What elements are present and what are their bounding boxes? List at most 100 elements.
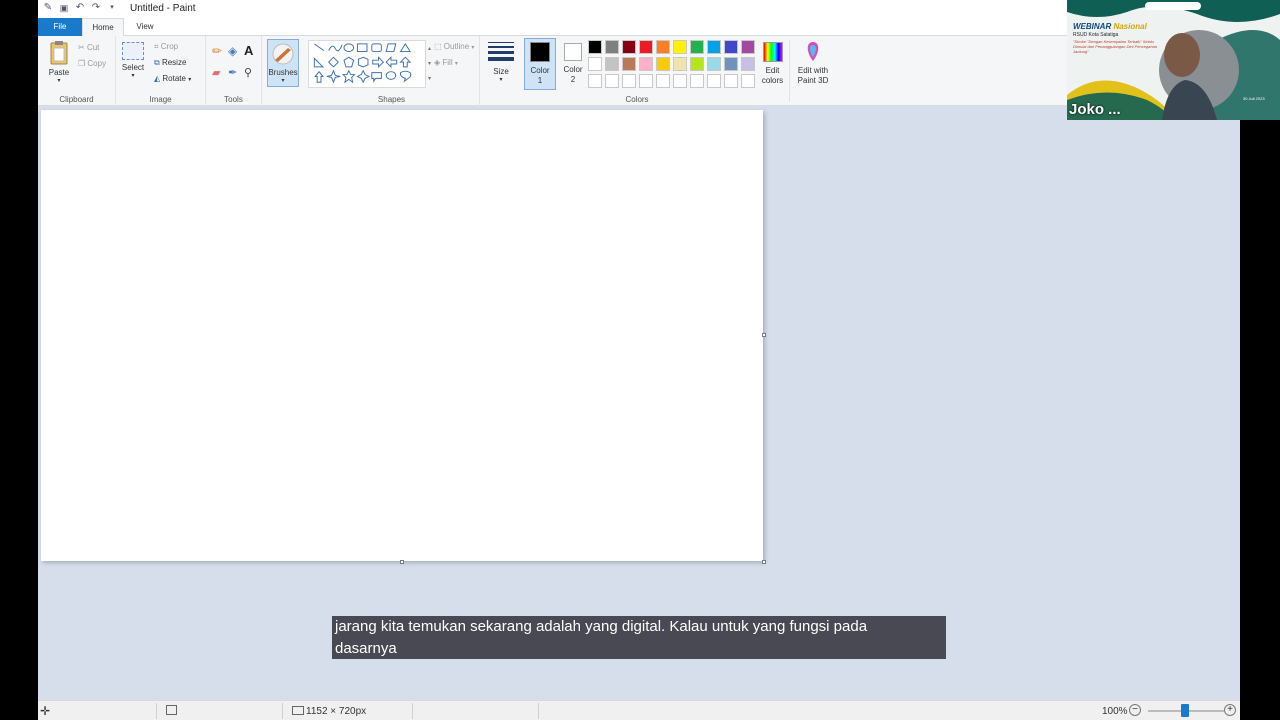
outline-dropdown-icon: ▾ — [471, 45, 475, 51]
video-call-overlay: WEBINAR Nasional RSUD Kota Salatiga "Str… — [1067, 0, 1280, 120]
image-group: Select ▾ ⌗ Crop ⧉ Resize ◭ Rotate ▾ Imag… — [116, 36, 206, 106]
cursor-position-icon: ✛ — [40, 704, 51, 718]
size-dropdown-icon: ▾ — [499, 77, 503, 83]
select-button[interactable]: Select ▾ — [120, 42, 146, 79]
palette-swatch[interactable] — [741, 40, 755, 54]
shapes-scroll[interactable]: ▴ ▾ ▾ — [428, 42, 431, 87]
palette-swatch[interactable] — [707, 74, 721, 88]
subtitle-caption: jarang kita temukan sekarang adalah yang… — [332, 616, 946, 659]
palette-swatch[interactable] — [622, 74, 636, 88]
webinar-title-accent: Nasional — [1113, 22, 1147, 31]
zoom-slider-thumb[interactable] — [1181, 704, 1189, 717]
color1-button[interactable]: Color 1 — [524, 38, 556, 90]
size-lines-icon — [488, 42, 514, 61]
status-divider — [412, 703, 413, 719]
palette-swatch[interactable] — [639, 40, 653, 54]
status-divider — [538, 703, 539, 719]
color2-label: Color 2 — [563, 65, 583, 84]
palette-swatch[interactable] — [656, 40, 670, 54]
webinar-org: RSUD Kota Salatiga — [1073, 32, 1119, 38]
crop-button[interactable]: ⌗ Crop — [154, 42, 178, 52]
fill-button[interactable]: ◈ Fill ▾ — [434, 58, 458, 67]
edit-colors-label: Edit colors — [761, 66, 784, 85]
paint-app-icon[interactable]: ✎ — [42, 2, 54, 14]
fill-dropdown-icon: ▾ — [454, 61, 458, 67]
resize-handle-right[interactable] — [762, 333, 766, 337]
resize-button[interactable]: ⧉ Resize — [154, 58, 186, 68]
zoom-in-button[interactable]: + — [1224, 704, 1236, 716]
palette-swatch[interactable] — [656, 57, 670, 71]
brush-icon — [272, 43, 294, 65]
palette-swatch[interactable] — [690, 40, 704, 54]
palette-swatch[interactable] — [690, 57, 704, 71]
eraser-icon[interactable]: ▰ — [212, 66, 220, 79]
palette-swatch[interactable] — [724, 40, 738, 54]
text-icon[interactable]: A — [244, 43, 253, 58]
caption-line-2: dasarnya — [335, 640, 397, 657]
palette-swatch[interactable] — [741, 74, 755, 88]
tab-view[interactable]: View — [126, 18, 164, 36]
palette-swatch[interactable] — [707, 40, 721, 54]
resize-handle-bottom[interactable] — [400, 560, 404, 564]
palette-swatch[interactable] — [605, 57, 619, 71]
fill-bucket-icon[interactable]: ◈ — [228, 44, 237, 58]
size-button[interactable]: Size ▾ — [484, 40, 518, 83]
color1-label: Color 1 — [530, 66, 550, 85]
zoom-out-button[interactable]: − — [1129, 704, 1141, 716]
tab-file[interactable]: File — [38, 18, 82, 36]
tab-home[interactable]: Home — [82, 18, 124, 37]
palette-swatch[interactable] — [588, 57, 602, 71]
color2-button[interactable]: Color 2 — [558, 38, 588, 90]
paint-window: ✎ ▣ ↶ ↷ ▾ Untitled - Paint File Home Vie… — [38, 0, 1240, 720]
palette-swatch[interactable] — [622, 57, 636, 71]
select-label: Select — [121, 63, 145, 72]
copy-button[interactable]: ❐ Copy — [78, 59, 106, 68]
palette-swatch[interactable] — [673, 57, 687, 71]
palette-swatch[interactable] — [605, 40, 619, 54]
paste-dropdown-icon[interactable]: ▾ — [46, 77, 72, 84]
brushes-button[interactable]: Brushes ▾ — [267, 39, 299, 87]
palette-swatch[interactable] — [588, 74, 602, 88]
customize-dropdown-icon[interactable]: ▾ — [106, 2, 118, 14]
select-dropdown-icon[interactable]: ▾ — [120, 72, 146, 79]
palette-swatch[interactable] — [673, 74, 687, 88]
save-icon[interactable]: ▣ — [58, 2, 70, 14]
shapes-gallery[interactable] — [308, 40, 426, 88]
palette-swatch[interactable] — [639, 57, 653, 71]
edit-paint3d-label: Edit with Paint 3D — [797, 66, 829, 85]
rotate-button[interactable]: ◭ Rotate ▾ — [154, 74, 191, 83]
cut-button[interactable]: ✂ Cut — [78, 43, 99, 52]
palette-swatch[interactable] — [724, 57, 738, 71]
ribbon-tabs: File Home View — [38, 18, 1240, 37]
shapes-group-label: Shapes — [377, 95, 406, 104]
undo-icon[interactable]: ↶ — [74, 2, 86, 14]
palette-swatch[interactable] — [588, 40, 602, 54]
drawing-canvas[interactable] — [41, 110, 763, 561]
edit-colors-button[interactable]: Edit colors — [756, 40, 790, 102]
redo-icon[interactable]: ↷ — [90, 2, 102, 14]
palette-swatch[interactable] — [707, 57, 721, 71]
palette-swatch[interactable] — [690, 74, 704, 88]
palette-swatch[interactable] — [673, 40, 687, 54]
palette-swatch[interactable] — [639, 74, 653, 88]
title-bar: ✎ ▣ ↶ ↷ ▾ Untitled - Paint — [38, 0, 1240, 18]
clipboard-group-label: Clipboard — [59, 95, 94, 104]
webinar-title-main: WEBINAR — [1073, 22, 1112, 31]
rainbow-icon — [762, 42, 783, 62]
palette-swatch[interactable] — [724, 74, 738, 88]
palette-swatch[interactable] — [605, 74, 619, 88]
palette-swatch[interactable] — [656, 74, 670, 88]
outline-button[interactable]: ⬚ Outline ▾ — [434, 42, 474, 51]
tools-group-label: Tools — [224, 95, 243, 104]
color-picker-icon[interactable]: ✒ — [228, 66, 237, 79]
pencil-icon[interactable]: ✏ — [212, 44, 222, 58]
resize-handle-corner[interactable] — [762, 560, 766, 564]
outline-label: Outline — [443, 42, 470, 51]
zoom-slider[interactable] — [1148, 704, 1224, 717]
palette-swatch[interactable] — [622, 40, 636, 54]
paste-button[interactable]: Paste ▾ — [46, 40, 72, 84]
edit-paint3d-button[interactable]: Edit with Paint 3D — [794, 40, 832, 86]
palette-swatch[interactable] — [741, 57, 755, 71]
magnifier-icon[interactable]: ⚲ — [244, 66, 252, 79]
rotate-dropdown-icon[interactable]: ▾ — [188, 77, 191, 83]
